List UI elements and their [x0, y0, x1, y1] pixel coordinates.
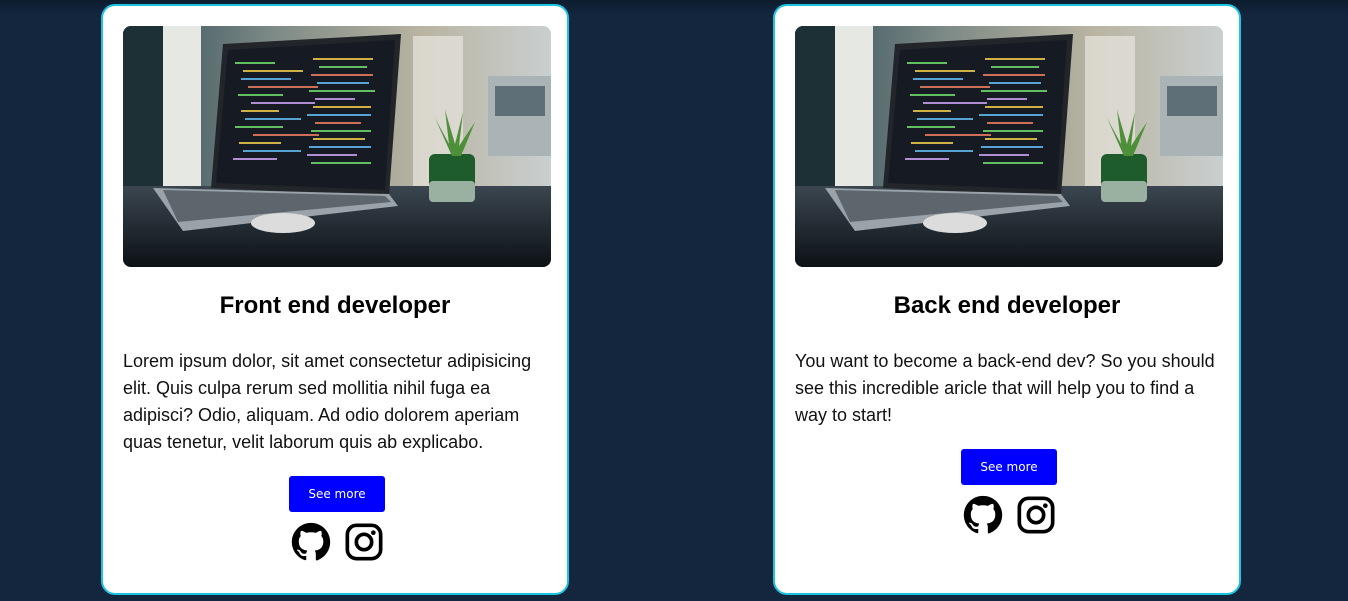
- card-title: Front end developer: [219, 292, 451, 319]
- instagram-icon[interactable]: [1016, 495, 1056, 535]
- github-icon[interactable]: [963, 495, 1003, 535]
- card-front-end: Front end developer Lorem ipsum dolor, s…: [101, 4, 569, 595]
- card-description: You want to become a back-end dev? So yo…: [795, 351, 1215, 425]
- instagram-icon[interactable]: [344, 522, 384, 562]
- card-title: Back end developer: [893, 292, 1121, 319]
- card-back-end: Back end developer You want to become a …: [773, 4, 1241, 595]
- card-description: Lorem ipsum dolor, sit amet consectetur …: [123, 351, 532, 452]
- see-more-button[interactable]: See more: [289, 476, 385, 512]
- card-image-laptop: [795, 26, 1223, 267]
- see-more-button[interactable]: See more: [961, 449, 1057, 485]
- github-icon[interactable]: [291, 522, 331, 562]
- card-image-laptop: [123, 26, 551, 267]
